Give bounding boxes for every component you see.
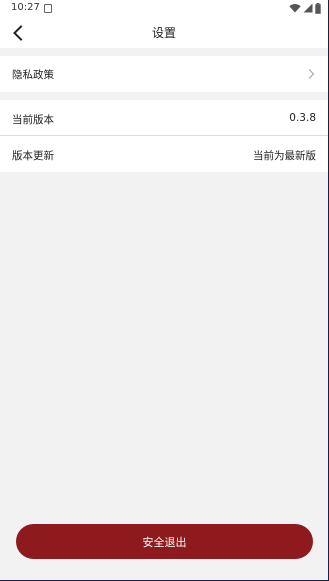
privacy-policy-row[interactable]: 隐私政策 xyxy=(0,56,328,92)
current-version-label: 当前版本 xyxy=(12,114,54,126)
version-update-row[interactable]: 版本更新 当前为最新版 xyxy=(0,136,328,172)
signal-icon xyxy=(303,3,313,13)
wifi-icon xyxy=(289,3,301,13)
app-header: 设置 xyxy=(0,18,328,48)
status-time: 10:27 xyxy=(11,2,40,13)
current-version-row: 当前版本 0.3.8 xyxy=(0,100,328,135)
status-bar: 10:27 xyxy=(0,0,328,18)
chevron-right-icon xyxy=(308,69,315,79)
version-update-status: 当前为最新版 xyxy=(253,150,316,162)
page-title: 设置 xyxy=(151,26,176,40)
status-indicators xyxy=(289,2,321,14)
battery-icon xyxy=(315,2,321,14)
logout-button[interactable]: 安全退出 xyxy=(16,524,313,559)
current-version-value: 0.3.8 xyxy=(289,112,316,124)
version-update-label: 版本更新 xyxy=(12,150,54,162)
settings-screen: 10:27 设置 隐私政策 当前版本 0.3.8 版本更新 当前为最新版 安全退… xyxy=(0,0,329,581)
notification-icon xyxy=(44,4,52,13)
privacy-policy-label: 隐私政策 xyxy=(12,69,54,81)
